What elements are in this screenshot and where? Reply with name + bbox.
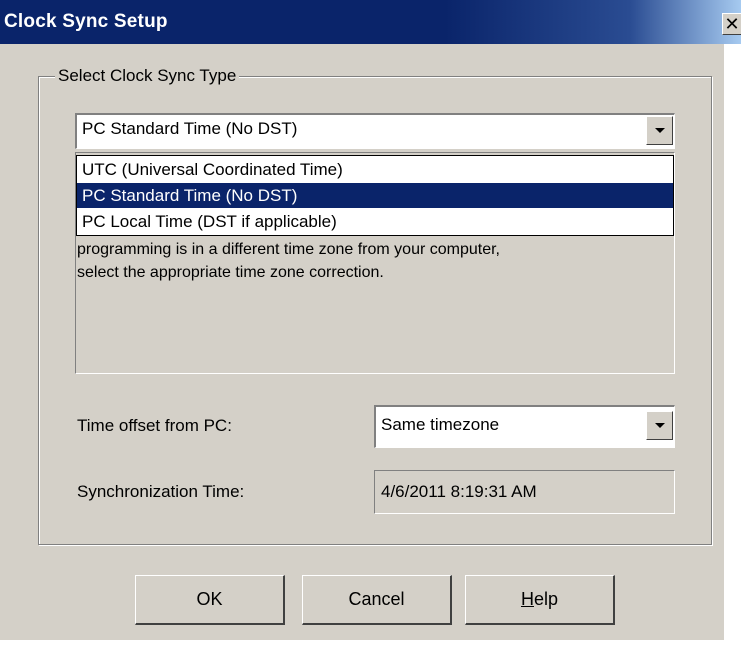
dropdown-option-utc[interactable]: UTC (Universal Coordinated Time) xyxy=(77,157,673,182)
time-offset-value: Same timezone xyxy=(381,415,500,434)
description-text: programming is in a different time zone … xyxy=(77,238,667,284)
chevron-down-icon xyxy=(655,128,665,133)
description-line-2: select the appropriate time zone correct… xyxy=(77,264,384,281)
sync-type-dropdown-button[interactable] xyxy=(646,116,673,145)
ok-button[interactable]: OK xyxy=(135,575,285,625)
sync-type-combobox[interactable]: PC Standard Time (No DST) xyxy=(75,113,675,149)
time-offset-label: Time offset from PC: xyxy=(77,416,232,435)
dropdown-option-pc-local[interactable]: PC Local Time (DST if applicable) xyxy=(77,209,673,234)
cancel-button[interactable]: Cancel xyxy=(302,575,452,625)
title-bar[interactable]: Clock Sync Setup ✕ xyxy=(0,0,741,44)
chevron-down-icon xyxy=(655,423,665,428)
close-button[interactable]: ✕ xyxy=(722,13,741,35)
sync-type-dropdown-list: UTC (Universal Coordinated Time) PC Stan… xyxy=(76,155,674,236)
description-line-1: programming is in a different time zone … xyxy=(77,241,500,258)
close-icon: ✕ xyxy=(724,14,740,34)
window-title: Clock Sync Setup xyxy=(4,11,168,32)
background-edge-bottom xyxy=(0,640,741,652)
sync-time-value: 4/6/2011 8:19:31 AM xyxy=(381,482,537,501)
help-label-rest: elp xyxy=(533,589,559,609)
sync-time-field: 4/6/2011 8:19:31 AM xyxy=(374,470,675,514)
sync-type-selected-value: PC Standard Time (No DST) xyxy=(82,119,298,138)
time-offset-dropdown-button[interactable] xyxy=(646,411,673,440)
help-mnemonic: H xyxy=(520,589,534,609)
groupbox-legend: Select Clock Sync Type xyxy=(55,66,240,86)
dropdown-option-pc-standard[interactable]: PC Standard Time (No DST) xyxy=(77,183,673,208)
time-offset-combobox[interactable]: Same timezone xyxy=(374,405,675,448)
sync-time-label: Synchronization Time: xyxy=(77,482,245,501)
background-edge-right xyxy=(724,44,741,652)
help-button[interactable]: Help xyxy=(465,575,615,625)
clock-sync-dialog: Clock Sync Setup ✕ Select Clock Sync Typ… xyxy=(0,0,741,652)
